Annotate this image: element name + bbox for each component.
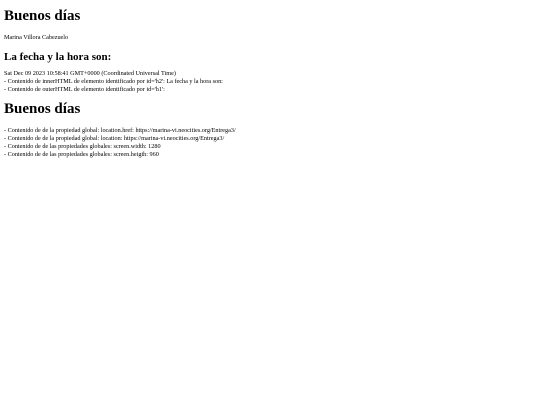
second-title: Buenos días	[4, 101, 81, 117]
innerhtml-line: - Contenido de innerHTML de elemento ide…	[4, 78, 223, 85]
screen-width-line: - Contenido de de las propiedades global…	[4, 143, 161, 150]
date-heading: La fecha y la hora son:	[4, 51, 112, 63]
author-name: Marina Villora Cabezuelo	[4, 34, 69, 41]
page-title: Buenos días	[4, 8, 81, 24]
screen-height-line: - Contenido de de las propiedades global…	[4, 151, 159, 158]
outerhtml-line: - Contenido de outerHTML de elemento ide…	[4, 86, 165, 93]
globals-info-block: - Contenido de de la propiedad global: l…	[4, 127, 236, 159]
date-time-text: Sat Dec 09 2023 10:58:41 GMT+0000 (Coord…	[4, 70, 176, 77]
page: Buenos días Marina Villora Cabezuelo La …	[0, 0, 540, 405]
location-href-line: - Contenido de de la propiedad global: l…	[4, 127, 236, 134]
date-info-block: Sat Dec 09 2023 10:58:41 GMT+0000 (Coord…	[4, 70, 223, 94]
location-line: - Contenido de de la propiedad global: l…	[4, 135, 225, 142]
